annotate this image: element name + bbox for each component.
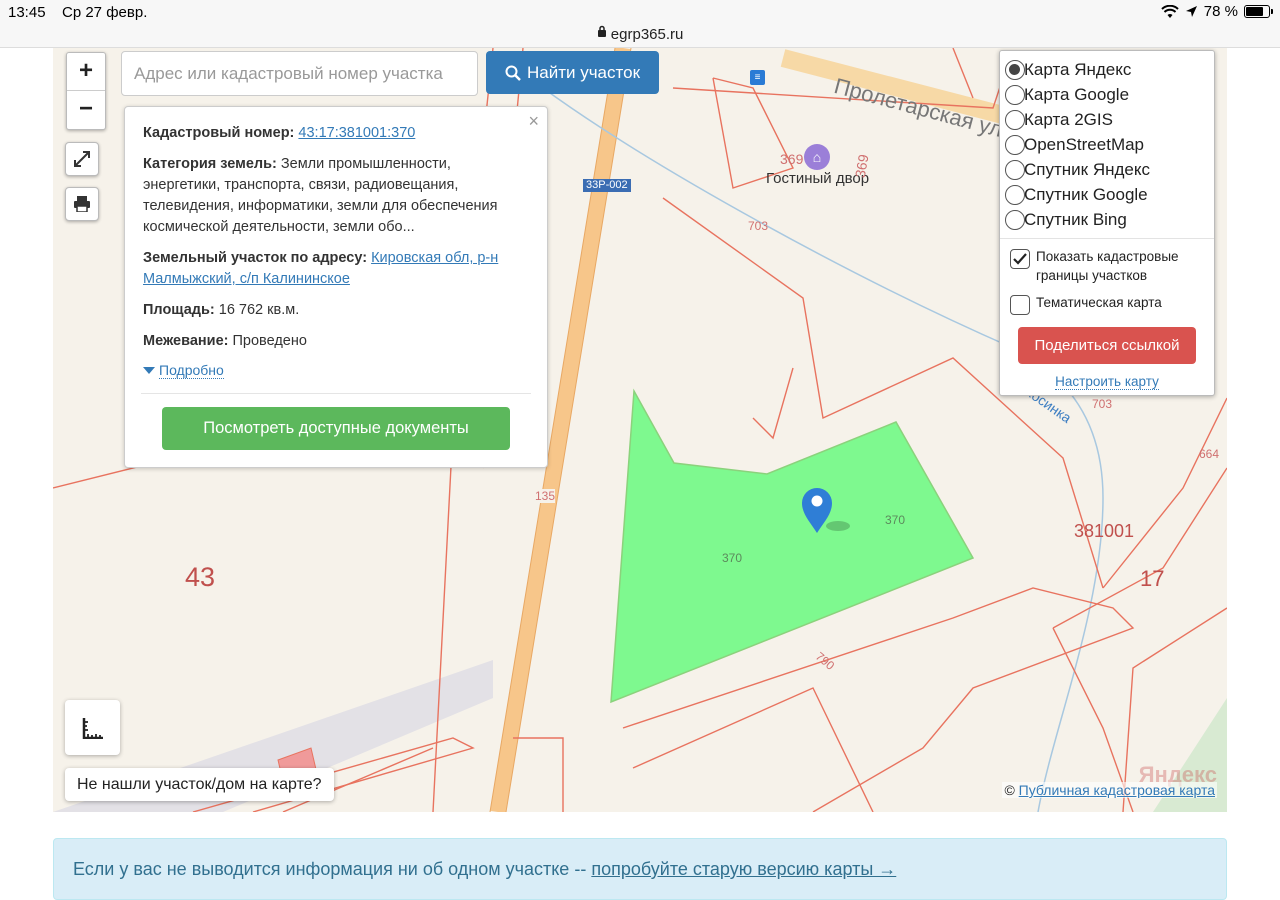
- survey-row: Межевание: Проведено: [143, 331, 529, 352]
- lot-number: 664: [1199, 447, 1220, 461]
- share-link-button[interactable]: Поделиться ссылкой: [1018, 327, 1196, 364]
- survey-label: Межевание:: [143, 333, 229, 349]
- layer-option-osm[interactable]: OpenStreetMap: [1005, 132, 1204, 157]
- quarter-label: 381001: [1074, 521, 1135, 541]
- radio-button[interactable]: [1005, 159, 1025, 180]
- status-date: Ср 27 февр.: [62, 4, 148, 21]
- lot-number: 703: [748, 219, 769, 233]
- layer-label: Карта Яндекс: [1024, 59, 1132, 79]
- radio-button[interactable]: [1005, 184, 1025, 205]
- cadastral-label: Кадастровый номер:: [143, 125, 295, 141]
- find-parcel-label: Найти участок: [526, 62, 641, 82]
- lot-number: 370: [885, 513, 906, 527]
- zoom-out-button[interactable]: −: [67, 91, 105, 129]
- road-code-badge: 33Р-002: [583, 179, 631, 192]
- layer-label: Спутник Яндекс: [1024, 159, 1150, 179]
- map-pin-icon[interactable]: [800, 484, 834, 534]
- not-found-button[interactable]: Не нашли участок/дом на карте?: [65, 768, 334, 801]
- address-row: Земельный участок по адресу: Кировская о…: [143, 248, 529, 290]
- radio-button[interactable]: [1005, 134, 1025, 155]
- layer-option-bing-satellite[interactable]: Спутник Bing: [1005, 207, 1204, 232]
- ruler-icon: [82, 717, 103, 739]
- battery-icon: [1244, 5, 1273, 18]
- radio-button[interactable]: [1005, 59, 1025, 80]
- search-icon: [505, 65, 521, 81]
- radio-button[interactable]: [1005, 109, 1025, 130]
- status-indicators: 78 %: [1161, 3, 1273, 20]
- print-button[interactable]: [65, 187, 99, 221]
- map-attribution: © Публичная кадастровая карта: [1002, 782, 1217, 798]
- layer-option-yandex-satellite[interactable]: Спутник Яндекс: [1005, 157, 1204, 182]
- setup-map-link[interactable]: Настроить карту: [1010, 374, 1204, 390]
- zoom-control: + −: [66, 52, 106, 130]
- hotel-icon: ⌂: [804, 144, 830, 170]
- location-icon: [1185, 6, 1197, 17]
- wifi-icon: [1161, 4, 1179, 18]
- zoom-in-button[interactable]: +: [67, 53, 105, 91]
- area-value: 16 762 кв.м.: [218, 302, 300, 318]
- radio-button[interactable]: [1005, 209, 1025, 230]
- lot-number: 369: [780, 151, 804, 167]
- map-canvas[interactable]: Пролетарская ул Гостиный двор ⌂ ≡ 33Р-00…: [53, 48, 1227, 812]
- show-borders-option[interactable]: Показать кадастровые границы участков: [1010, 247, 1204, 285]
- show-borders-label: Показать кадастровые границы участков: [1036, 249, 1179, 283]
- view-documents-button[interactable]: Посмотреть доступные документы: [162, 407, 510, 450]
- layer-option-2gis-map[interactable]: Карта 2GIS: [1005, 107, 1204, 132]
- radio-button[interactable]: [1005, 84, 1025, 105]
- area-row: Площадь: 16 762 кв.м.: [143, 300, 529, 321]
- url-text: egrp365.ru: [610, 26, 684, 43]
- more-link: Подробно: [159, 362, 224, 379]
- divider: [141, 393, 531, 394]
- expand-icon: [74, 151, 90, 167]
- divider: [1000, 238, 1214, 239]
- district-label-43: 43: [185, 562, 216, 592]
- thematic-map-checkbox[interactable]: [1010, 295, 1030, 315]
- battery-percent: 78 %: [1203, 3, 1238, 20]
- thematic-map-option[interactable]: Тематическая карта: [1010, 293, 1204, 315]
- layer-option-google-satellite[interactable]: Спутник Google: [1005, 182, 1204, 207]
- parcel-info-panel: × Кадастровый номер: 43:17:381001:370 Ка…: [124, 106, 548, 468]
- layer-option-yandex-map[interactable]: Карта Яндекс: [1005, 57, 1204, 82]
- lot-number: 135: [535, 489, 556, 503]
- status-time: 13:45: [8, 4, 46, 21]
- old-map-link[interactable]: попробуйте старую версию карты →: [591, 859, 896, 879]
- category-row: Категория земель: Земли промышленности, …: [143, 154, 529, 238]
- layer-label: Спутник Google: [1024, 184, 1148, 204]
- cadastral-number-link[interactable]: 43:17:381001:370: [298, 125, 415, 141]
- thematic-map-label: Тематическая карта: [1036, 295, 1162, 310]
- printer-icon: [74, 196, 90, 212]
- layers-panel: Карта Яндекс Карта Google Карта 2GIS Ope…: [999, 50, 1215, 396]
- lot-number: 703: [1092, 397, 1113, 411]
- area-label: Площадь:: [143, 302, 215, 318]
- district-label-17: 17: [1140, 566, 1165, 591]
- cadastral-row: Кадастровый номер: 43:17:381001:370: [143, 123, 529, 144]
- lock-icon: [597, 25, 606, 37]
- fullscreen-button[interactable]: [65, 142, 99, 176]
- checkmark-icon: [1013, 253, 1027, 265]
- find-parcel-button[interactable]: Найти участок: [486, 51, 659, 94]
- layer-label: Спутник Bing: [1024, 209, 1127, 229]
- alert-text: Если у вас не выводится информация ни об…: [73, 859, 587, 879]
- layer-option-google-map[interactable]: Карта Google: [1005, 82, 1204, 107]
- layer-label: Карта Google: [1024, 84, 1130, 104]
- layer-label: OpenStreetMap: [1024, 134, 1145, 154]
- info-alert: Если у вас не выводится информация ни об…: [53, 838, 1227, 900]
- caret-down-icon: [143, 366, 155, 374]
- setup-map-label: Настроить карту: [1055, 374, 1159, 390]
- category-label: Категория земель:: [143, 156, 277, 172]
- url-bar[interactable]: egrp365.ru: [0, 22, 1280, 48]
- survey-value: Проведено: [232, 333, 307, 349]
- bus-stop-icon: ≡: [750, 70, 765, 85]
- attribution-link[interactable]: Публичная кадастровая карта: [1019, 782, 1215, 798]
- close-icon[interactable]: ×: [528, 111, 539, 132]
- show-borders-checkbox[interactable]: [1010, 249, 1030, 269]
- search-input[interactable]: Адрес или кадастровый номер участка: [121, 51, 478, 96]
- address-label: Земельный участок по адресу:: [143, 250, 368, 266]
- attribution-prefix: ©: [1004, 782, 1015, 798]
- ruler-button[interactable]: [65, 700, 120, 755]
- lot-number: 370: [722, 551, 743, 565]
- layer-label: Карта 2GIS: [1024, 109, 1113, 129]
- more-toggle[interactable]: Подробно: [143, 362, 529, 379]
